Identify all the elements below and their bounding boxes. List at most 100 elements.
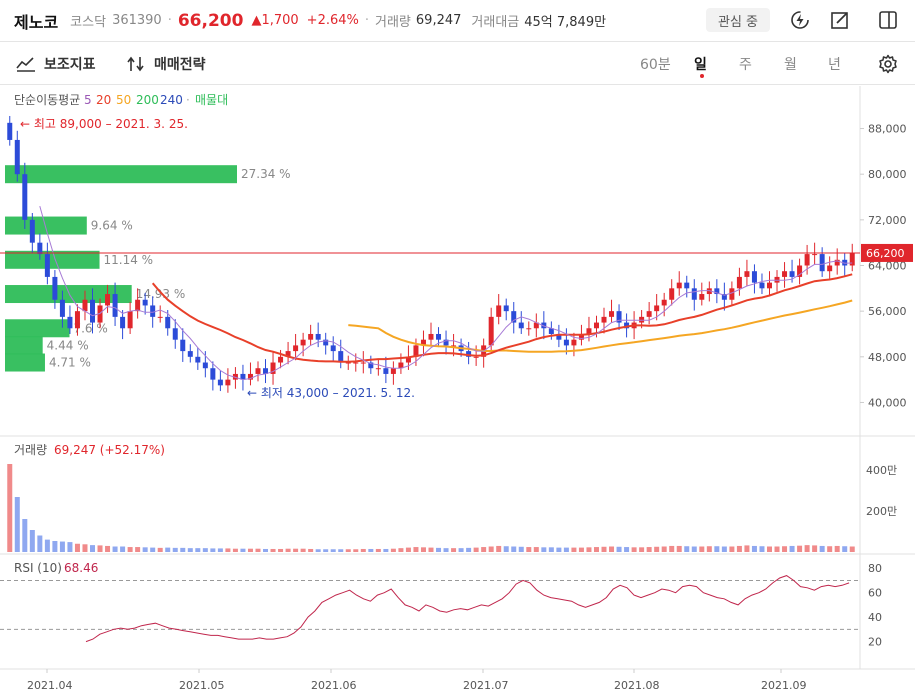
candle-body <box>571 339 577 346</box>
volume-bar <box>187 548 193 552</box>
volume-profile-bar <box>5 353 45 372</box>
volume-label: 거래량 <box>375 15 411 30</box>
volume-bar <box>90 545 96 552</box>
volume-bar <box>503 546 509 552</box>
indicator-button[interactable]: 보조지표 <box>16 54 96 74</box>
date-tick-label: 2021.05 <box>179 679 225 692</box>
volume-bar <box>812 545 818 552</box>
volume-bar <box>37 535 43 552</box>
volume-profile-bar <box>5 216 87 235</box>
candle-body <box>157 316 163 318</box>
candle-body <box>300 339 306 346</box>
candle-body <box>383 368 389 374</box>
volume-bar <box>383 548 389 552</box>
volume-bar <box>624 547 630 552</box>
candle-body <box>669 288 675 300</box>
candle-body <box>759 282 765 289</box>
volume-bar <box>481 547 487 552</box>
rsi-tick-label: 80 <box>868 562 882 575</box>
volume-bar <box>270 548 276 552</box>
volume-bar <box>661 546 667 552</box>
candle-body <box>172 328 178 340</box>
volume-bar <box>323 549 329 552</box>
settings-gear-icon[interactable] <box>877 53 899 75</box>
volume-profile-bar <box>5 336 43 355</box>
candle-body <box>330 345 336 352</box>
volume-bar <box>157 547 163 552</box>
rsi-tick-label: 20 <box>868 636 882 649</box>
candle-body <box>127 311 133 329</box>
volume-bars <box>7 464 855 552</box>
period-tab-year[interactable]: 년 <box>828 54 841 74</box>
candle-body <box>488 316 494 346</box>
volume-bar <box>74 543 80 552</box>
volume-bar <box>82 544 88 552</box>
candle-body <box>518 322 524 329</box>
date-tick-label: 2021.08 <box>614 679 660 692</box>
period-tab-60min[interactable]: 60분 <box>640 54 671 74</box>
candle-body <box>187 351 193 357</box>
candle-body <box>217 379 223 386</box>
candle-body <box>360 362 366 364</box>
price-tick-label: 80,000 <box>868 168 907 181</box>
volume-bar <box>706 546 712 552</box>
volume-bar <box>593 547 599 552</box>
volume-bar <box>172 547 178 552</box>
volume-bar <box>834 545 840 552</box>
volume-bar <box>330 549 336 552</box>
volume-bar <box>616 546 622 552</box>
candle-body <box>255 368 261 374</box>
stock-chart-svg[interactable]: 단순이동평균 5 20 50 200 240 · 매물대 88,000 80,00… <box>0 86 915 699</box>
candle-body <box>691 288 697 300</box>
volume-bar <box>436 547 442 552</box>
volume-bar <box>789 545 795 552</box>
candle-body <box>180 339 186 352</box>
volume-bar <box>766 546 772 552</box>
volume-bar <box>142 547 148 552</box>
candle-body <box>22 174 28 220</box>
favorite-button[interactable]: 관심 중 <box>706 8 770 32</box>
candle-body <box>29 219 35 243</box>
candle-body <box>804 254 810 266</box>
volume-bar <box>451 548 457 552</box>
sidebar-toggle-icon[interactable] <box>877 9 899 31</box>
volume-bar <box>601 546 607 552</box>
volume-bar <box>300 548 306 552</box>
volume-bar <box>135 547 141 552</box>
separator-dot: · <box>364 13 370 28</box>
volume-bar <box>849 546 855 552</box>
volume-bar <box>225 548 231 552</box>
volume-bar <box>210 548 216 552</box>
period-tab-day[interactable]: 일 <box>694 54 707 74</box>
candle-body <box>225 379 231 386</box>
ma-20-line <box>151 273 853 363</box>
volume-bar <box>375 548 381 552</box>
volume-bar <box>736 545 742 552</box>
period-tab-week[interactable]: 주 <box>739 54 752 74</box>
volume-bar <box>180 547 186 552</box>
rsi-tick-label: 60 <box>868 587 882 600</box>
rsi-panel-label: RSI (10) <box>14 561 62 575</box>
volume-bar <box>428 547 434 552</box>
volume-bar <box>684 546 690 552</box>
volume-bar <box>112 546 118 552</box>
volume-profile-bar <box>5 165 237 184</box>
volume-bar <box>368 548 374 552</box>
volume-bar <box>285 548 291 552</box>
realtime-lightning-icon[interactable] <box>789 9 811 31</box>
price-change: ▲1,700 <box>251 13 299 28</box>
volume-bar <box>714 546 720 552</box>
chart-area[interactable]: 단순이동평균 5 20 50 200 240 · 매물대 88,000 80,00… <box>0 86 915 699</box>
indicator-icon <box>16 57 35 72</box>
indicator-label: 보조지표 <box>44 57 96 73</box>
amount-label: 거래대금 <box>471 15 520 30</box>
stock-header: 제노코 코스닥 361390 · 66,200 ▲1,700 +2.64% · … <box>0 0 915 42</box>
volume-bar <box>458 548 464 552</box>
date-tick-label: 2021.07 <box>463 679 509 692</box>
period-tab-month[interactable]: 월 <box>784 54 797 74</box>
rsi-panel-value: 68.46 <box>64 561 98 575</box>
candle-body <box>593 322 599 329</box>
strategy-button[interactable]: 매매전략 <box>126 54 206 74</box>
volume-bar <box>571 547 577 552</box>
edit-icon[interactable] <box>829 9 851 31</box>
